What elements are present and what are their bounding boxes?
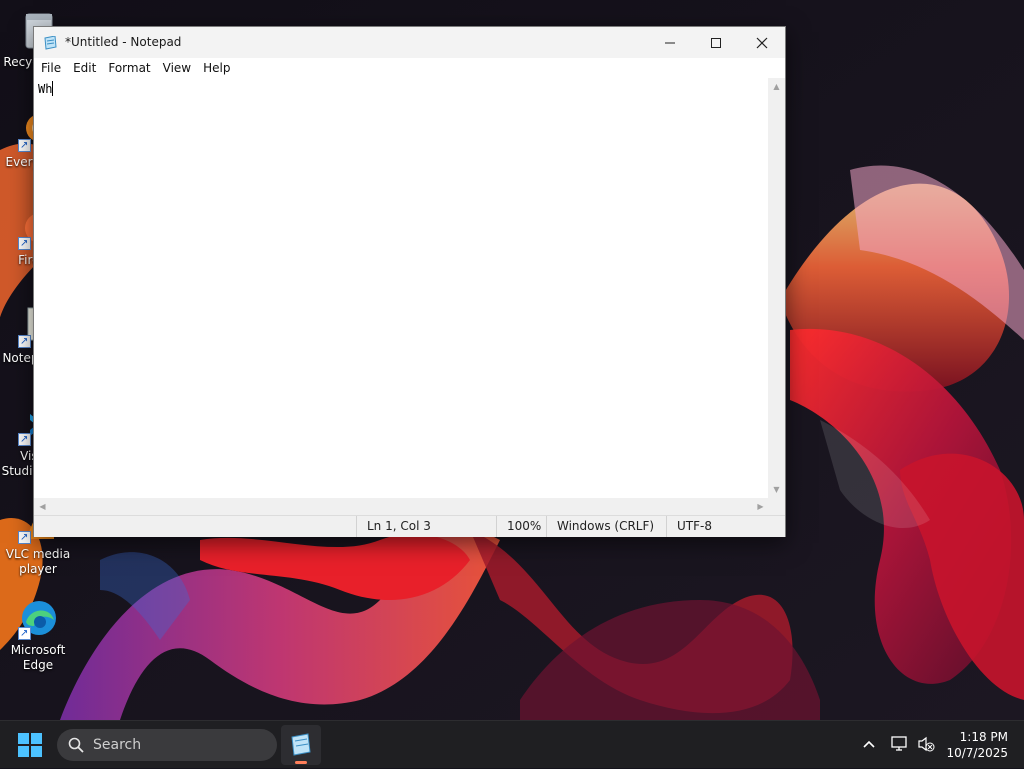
editor-content: Wh (38, 81, 54, 96)
status-bar: Ln 1, Col 3 100% Windows (CRLF) UTF-8 (34, 515, 785, 537)
scroll-left-arrow-icon[interactable]: ◀ (34, 498, 51, 515)
scroll-up-arrow-icon[interactable]: ▲ (768, 78, 785, 95)
windows-start-icon (18, 733, 42, 757)
notepad-icon (291, 733, 311, 756)
menu-format[interactable]: Format (103, 61, 155, 75)
desktop-icon-edge[interactable]: Microsoft Edge (0, 596, 76, 673)
desktop-icon-label: Microsoft Edge (10, 643, 66, 672)
show-hidden-icons-button[interactable] (860, 735, 878, 753)
editor-text: Wh (38, 82, 53, 96)
clock-date: 10/7/2025 (946, 746, 1008, 760)
volume-muted-icon (918, 736, 935, 752)
menu-help[interactable]: Help (198, 61, 235, 75)
start-button[interactable] (18, 733, 42, 757)
search-icon (68, 737, 84, 753)
status-cursor-position: Ln 1, Col 3 (356, 516, 496, 537)
shortcut-arrow-icon (18, 236, 31, 251)
chevron-up-icon (863, 740, 875, 748)
minimize-button[interactable] (647, 27, 693, 58)
taskbar-search[interactable]: Search (57, 729, 277, 761)
network-icon (891, 736, 907, 751)
notepad-icon (43, 35, 58, 50)
status-line-ending: Windows (CRLF) (546, 516, 666, 537)
network-button[interactable] (891, 735, 909, 753)
notepad-window: *Untitled - Notepad File Edit Format Vie… (33, 26, 786, 537)
window-title: *Untitled - Notepad (65, 35, 182, 49)
scroll-down-arrow-icon[interactable]: ▼ (768, 481, 785, 498)
menu-bar: File Edit Format View Help (34, 58, 785, 78)
close-button[interactable] (739, 27, 785, 58)
clock-time: 1:18 PM (959, 730, 1008, 744)
shortcut-arrow-icon (18, 530, 31, 545)
title-bar[interactable]: *Untitled - Notepad (34, 27, 785, 58)
status-encoding: UTF-8 (666, 516, 785, 537)
taskbar-notepad-button[interactable] (281, 725, 321, 765)
search-placeholder: Search (93, 737, 142, 753)
close-icon (756, 37, 768, 48)
taskbar: Search 1:18 PM 10/7/2025 (0, 720, 1024, 768)
desktop-icon-label: VLC media player (5, 547, 71, 576)
shortcut-arrow-icon (18, 138, 31, 153)
edge-icon (16, 596, 60, 641)
maximize-icon (711, 37, 721, 48)
volume-button[interactable] (917, 735, 935, 753)
shortcut-arrow-icon (18, 626, 31, 641)
menu-file[interactable]: File (36, 61, 66, 75)
horizontal-scrollbar[interactable]: ◀ ▶ (34, 498, 769, 515)
scroll-right-arrow-icon[interactable]: ▶ (752, 498, 769, 515)
menu-edit[interactable]: Edit (68, 61, 101, 75)
shortcut-arrow-icon (18, 432, 31, 447)
active-app-indicator (295, 761, 307, 764)
status-zoom: 100% (496, 516, 546, 537)
minimize-icon (665, 42, 675, 43)
shortcut-arrow-icon (18, 334, 31, 349)
system-clock[interactable]: 1:18 PM 10/7/2025 (946, 729, 1008, 761)
text-caret (52, 81, 54, 96)
scroll-corner (768, 498, 785, 515)
vertical-scrollbar[interactable]: ▲ ▼ (768, 78, 785, 498)
text-editor[interactable]: Wh (34, 78, 769, 498)
maximize-button[interactable] (693, 27, 739, 58)
menu-view[interactable]: View (158, 61, 196, 75)
